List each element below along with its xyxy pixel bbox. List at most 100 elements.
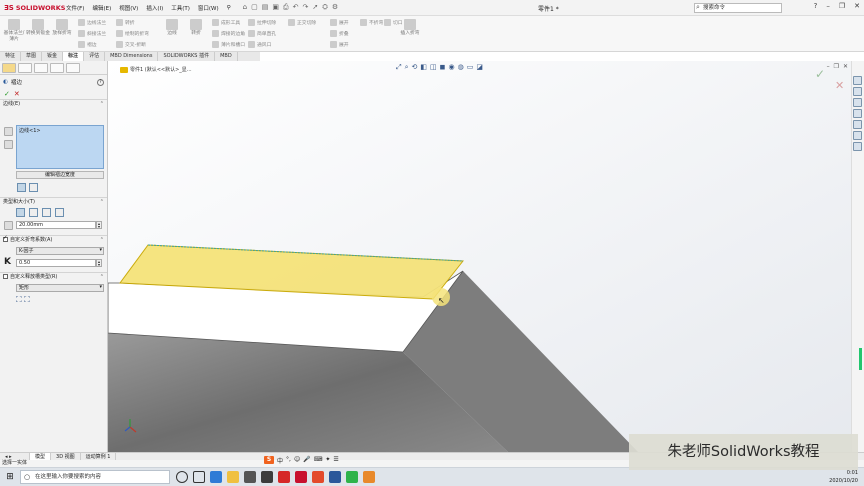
- corners-button[interactable]: 转折: [184, 19, 208, 37]
- tab-model[interactable]: 模型: [30, 453, 52, 460]
- tab-motion-study[interactable]: 运动算例 1: [81, 453, 117, 460]
- restore-icon[interactable]: ❐: [839, 2, 845, 10]
- tab-nav-arrows[interactable]: ◂ ▸: [0, 453, 30, 460]
- custom-bend-checkbox[interactable]: [3, 235, 8, 242]
- task-view-icon[interactable]: [193, 471, 205, 483]
- tab-evaluate[interactable]: 评估: [84, 52, 106, 61]
- solidworks-app-icon[interactable]: [295, 471, 307, 483]
- zoom-fit-icon[interactable]: ⤢: [396, 63, 402, 72]
- pin-icon[interactable]: ⚲: [223, 5, 235, 11]
- file-explorer-app-icon[interactable]: [227, 471, 239, 483]
- scene-icon[interactable]: ▭: [467, 63, 474, 72]
- tab-markup[interactable]: 标注: [63, 52, 85, 61]
- tab-mbd[interactable]: MBD: [215, 52, 238, 61]
- collapse-caret-icon[interactable]: ⌃: [100, 274, 104, 280]
- ime-menu-icon[interactable]: ☰: [333, 456, 338, 465]
- view-orientation-icon[interactable]: ◫: [430, 63, 437, 72]
- fold-button[interactable]: 折叠: [330, 29, 349, 37]
- relief-type-dropdown[interactable]: 矩形: [16, 284, 104, 292]
- no-bends-button[interactable]: 不折弯: [360, 18, 383, 26]
- appearance-icon[interactable]: ◍: [458, 63, 464, 72]
- tab-sketch[interactable]: 草图: [21, 52, 43, 61]
- appearances-icon[interactable]: [853, 120, 862, 129]
- word-icon[interactable]: [329, 471, 341, 483]
- tab-sheetmetal[interactable]: 钣金: [42, 52, 64, 61]
- options-icon[interactable]: ⚙: [332, 3, 338, 12]
- lofted-bend-button[interactable]: 放样折弯: [50, 19, 74, 37]
- collapse-caret-icon[interactable]: ⌃: [100, 237, 104, 243]
- view-palette-icon[interactable]: [853, 109, 862, 118]
- viewport-restore-icon[interactable]: ❐: [834, 63, 839, 70]
- ok-check-icon[interactable]: ✓: [4, 90, 10, 98]
- tab-addins[interactable]: SOLIDWORKS 插件: [158, 52, 216, 61]
- previous-view-icon[interactable]: ⟲: [412, 63, 418, 72]
- edge-flange-button[interactable]: 边线法兰: [78, 18, 106, 26]
- custom-properties-icon[interactable]: [853, 131, 862, 140]
- ime-keyboard-icon[interactable]: ⌨: [314, 456, 323, 465]
- hem-rolled-icon[interactable]: [55, 208, 64, 217]
- base-flange-button[interactable]: 基体法兰/薄片: [2, 19, 26, 42]
- menu-window[interactable]: 窗口(W): [194, 4, 223, 12]
- welded-corner-button[interactable]: 焊接的边角: [212, 29, 245, 37]
- section-edges-header[interactable]: 边线(E) ⌃: [0, 99, 107, 107]
- selection-item[interactable]: 边线<1>: [19, 128, 41, 134]
- unfold-button[interactable]: 展开: [330, 18, 349, 26]
- close-icon[interactable]: ✕: [854, 2, 860, 10]
- hem-teardrop-icon[interactable]: [42, 208, 51, 217]
- section-view-icon[interactable]: ◧: [420, 63, 427, 72]
- collapse-caret-icon[interactable]: ⌃: [100, 101, 104, 107]
- bend-allowance-type-dropdown[interactable]: K-因子: [16, 247, 104, 255]
- zoom-area-icon[interactable]: ⌕: [405, 63, 409, 72]
- store-icon[interactable]: [244, 471, 256, 483]
- rebuild-icon[interactable]: ⛭: [322, 3, 328, 12]
- resources-icon[interactable]: [853, 76, 862, 85]
- view-settings-icon[interactable]: ◪: [476, 63, 483, 72]
- viewport-close-icon[interactable]: ✕: [843, 63, 848, 70]
- forming-tool-button[interactable]: 成形工具: [212, 18, 245, 26]
- material-inside-icon[interactable]: [17, 183, 26, 192]
- menu-file[interactable]: 文件(F): [62, 4, 88, 12]
- app-icon[interactable]: [261, 471, 273, 483]
- configuration-manager-tab-icon[interactable]: [34, 62, 48, 73]
- redo-icon[interactable]: ↷: [302, 3, 308, 12]
- model-canvas[interactable]: ↖: [108, 61, 851, 452]
- acrobat-icon[interactable]: [278, 471, 290, 483]
- taskbar-search-input[interactable]: 在这里输入你要搜索的内容: [20, 470, 170, 484]
- insert-bends-button[interactable]: 插入折弯: [398, 19, 422, 37]
- xmind-icon[interactable]: [312, 471, 324, 483]
- custom-relief-checkbox[interactable]: [3, 274, 8, 279]
- confirm-ok-icon[interactable]: ✓: [815, 67, 825, 81]
- convert-to-sheetmetal-button[interactable]: 转换到钣金: [26, 19, 50, 37]
- graphics-area[interactable]: ↖ 零件1 (默认<<默认>_显... ⤢ ⌕ ⟲ ◧ ◫ ◼ ◉ ◍ ▭ ◪ …: [108, 61, 851, 452]
- relief-options-icon[interactable]: ⛶ ⛶: [16, 295, 30, 305]
- design-library-icon[interactable]: [853, 87, 862, 96]
- help-icon[interactable]: ?: [814, 2, 818, 10]
- display-manager-tab-icon[interactable]: [66, 62, 80, 73]
- section-type-size-header[interactable]: 类型和大小(T) ⌃: [0, 197, 107, 205]
- print-icon[interactable]: ⎙: [283, 3, 289, 12]
- cancel-x-icon[interactable]: ✕: [14, 90, 20, 98]
- system-tray[interactable]: 0:01 2020/10/20: [829, 469, 858, 485]
- search-commands-input[interactable]: 搜索命令: [694, 3, 782, 13]
- ime-mic-icon[interactable]: 🎤: [303, 456, 310, 465]
- open-icon[interactable]: ▤: [262, 3, 269, 12]
- hide-show-icon[interactable]: ◉: [448, 63, 454, 72]
- home-icon[interactable]: ⌂: [243, 3, 247, 12]
- tab-3d-views[interactable]: 3D 视图: [51, 453, 81, 460]
- k-factor-spinner[interactable]: ▴ ▾: [96, 259, 102, 267]
- camtasia-icon[interactable]: [346, 471, 358, 483]
- menu-insert[interactable]: 插入(I): [142, 4, 167, 12]
- confirm-cancel-icon[interactable]: ✕: [835, 79, 844, 92]
- minimize-icon[interactable]: –: [826, 2, 830, 10]
- tab-features[interactable]: 特征: [0, 52, 22, 61]
- extruded-cut-big-button[interactable]: 边线: [160, 19, 184, 37]
- save-icon[interactable]: ▣: [272, 3, 279, 12]
- hem-button[interactable]: 褶边: [78, 40, 106, 48]
- select-icon[interactable]: ➚: [312, 3, 318, 12]
- length-spinner[interactable]: ▴ ▾: [96, 221, 102, 229]
- vent-button[interactable]: 通风口: [248, 40, 276, 48]
- normal-cut-button[interactable]: 正交切除: [288, 18, 316, 26]
- undo-icon[interactable]: ↶: [293, 3, 299, 12]
- edit-hem-width-button[interactable]: 编辑褶边宽度: [16, 171, 104, 179]
- hem-length-input[interactable]: 20.00mm: [16, 221, 96, 229]
